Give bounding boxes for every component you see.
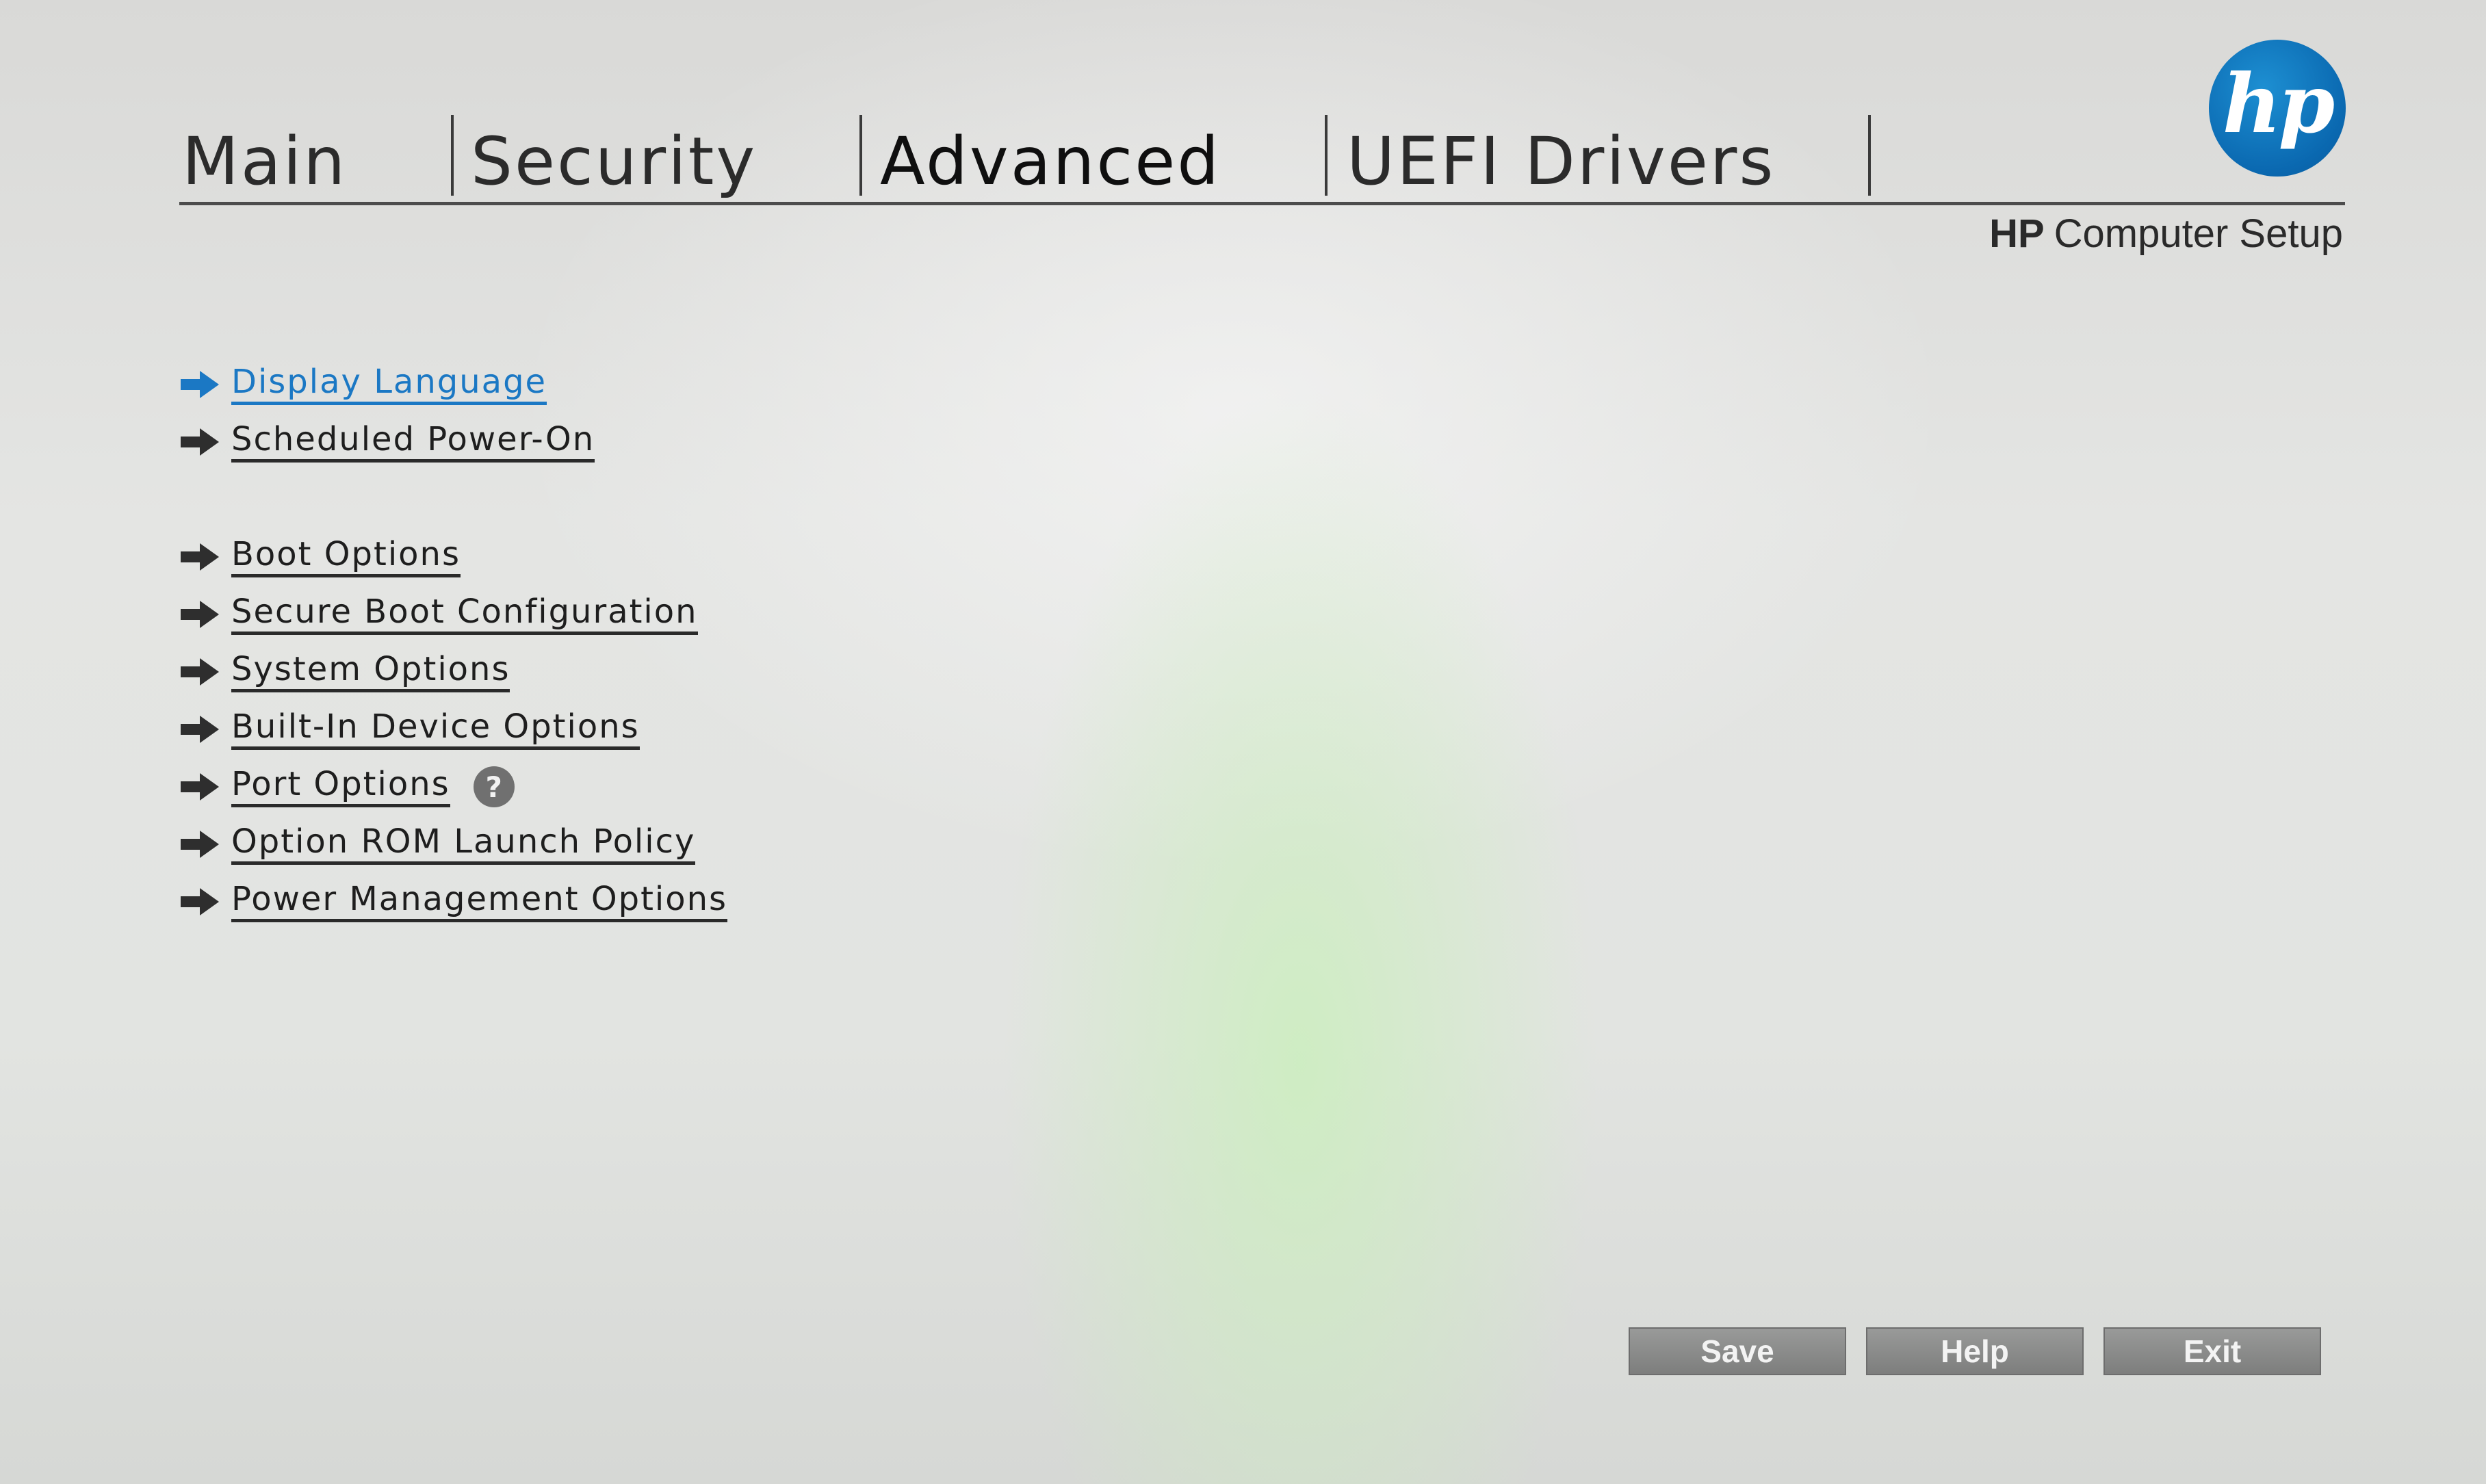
menu-item-label: Scheduled Power-On [231, 421, 595, 463]
arrow-right-icon [179, 657, 220, 687]
menu-item-label: Power Management Options [231, 881, 728, 922]
help-question-icon[interactable]: ? [473, 766, 515, 807]
app-title-text: Computer Setup [2054, 211, 2343, 256]
menu-item-option-rom-launch-policy[interactable]: Option ROM Launch Policy [179, 816, 1000, 873]
menu-item-built-in-device-options[interactable]: Built-In Device Options [179, 701, 1000, 758]
hp-logo-text: hp [2222, 55, 2335, 151]
menu-item-boot-options[interactable]: Boot Options [179, 528, 1000, 586]
tab-separator [451, 115, 454, 196]
arrow-right-icon [179, 887, 220, 917]
arrow-right-icon [179, 714, 220, 744]
menu-item-display-language[interactable]: Display Language [179, 356, 1000, 413]
menu-item-scheduled-power-on[interactable]: Scheduled Power-On [179, 413, 1000, 471]
tab-main[interactable]: Main [182, 109, 347, 205]
menu-item-label: Secure Boot Configuration [231, 594, 698, 635]
arrow-right-icon [179, 427, 220, 457]
menu-item-secure-boot-configuration[interactable]: Secure Boot Configuration [179, 586, 1000, 643]
tab-separator [1325, 115, 1328, 196]
tab-separator [1868, 115, 1871, 196]
menu-item-power-management-options[interactable]: Power Management Options [179, 873, 1000, 930]
tab-uefi-drivers[interactable]: UEFI Drivers [1347, 109, 1775, 205]
exit-button[interactable]: Exit [2103, 1327, 2321, 1375]
arrow-right-icon [179, 772, 220, 802]
tab-separator [859, 115, 862, 196]
advanced-menu: Display Language Scheduled Power-On Boot… [179, 356, 1000, 930]
tab-security[interactable]: Security [471, 109, 757, 205]
menu-item-label: Port Options [231, 766, 450, 807]
menu-item-system-options[interactable]: System Options [179, 643, 1000, 701]
arrow-right-icon [179, 369, 220, 400]
save-button[interactable]: Save [1629, 1327, 1846, 1375]
hp-logo: hp [2209, 40, 2346, 177]
arrow-right-icon [179, 599, 220, 629]
menu-item-label: System Options [231, 651, 510, 692]
menu-item-label: Built-In Device Options [231, 709, 640, 750]
menu-item-label: Display Language [231, 364, 547, 405]
menu-item-label: Boot Options [231, 536, 461, 577]
tab-underline-rule [179, 202, 2345, 205]
help-button[interactable]: Help [1866, 1327, 2084, 1375]
arrow-right-icon [179, 829, 220, 859]
tab-bar: Main Security Advanced UEFI Drivers [179, 103, 2345, 205]
arrow-right-icon [179, 542, 220, 572]
menu-item-port-options[interactable]: Port Options ? [179, 758, 1000, 816]
tab-advanced[interactable]: Advanced [880, 109, 1221, 205]
app-title-brand: HP [1989, 211, 2045, 256]
menu-item-label: Option ROM Launch Policy [231, 824, 696, 865]
app-title: HP Computer Setup [1989, 211, 2343, 257]
